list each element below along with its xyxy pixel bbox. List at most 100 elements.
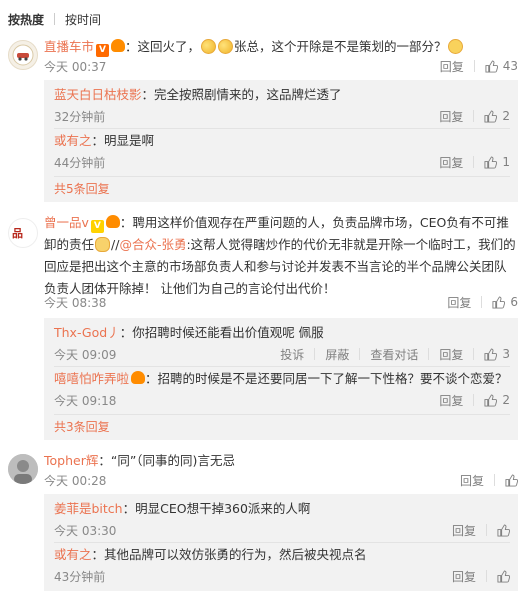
sweat-emoji-icon <box>218 39 234 54</box>
sub-comment-box: Thx-God丿：你招聘时候还能看出价值观呢 佩服 今天 09:09 投诉 屏蔽… <box>44 318 518 440</box>
verified-v-icon: V <box>90 220 104 233</box>
reply-button[interactable]: 回复 <box>452 568 476 585</box>
divider <box>54 542 510 543</box>
comment-author[interactable]: 直播车市 <box>44 39 94 54</box>
divider <box>359 348 361 360</box>
thumbs-up-icon <box>484 347 498 361</box>
fan-badge-icon <box>111 39 126 52</box>
like-count: 1 <box>502 155 510 169</box>
avatar[interactable]: 品 <box>8 218 38 248</box>
like-count: 2 <box>502 109 510 123</box>
pray-emoji-icon <box>95 237 111 252</box>
divider <box>54 414 510 415</box>
sub-comment-author[interactable]: 或有之 <box>54 547 92 562</box>
thumbs-up-icon <box>484 109 498 123</box>
reply-button[interactable]: 回复 <box>439 154 463 171</box>
view-conversation-button[interactable]: 查看对话 <box>370 346 418 363</box>
sub-comment-body: ：明显CEO想干掉360派来的人啊 <box>122 501 311 516</box>
like-count: 3 <box>502 347 510 361</box>
comment-body: ：这回火了， <box>125 39 201 54</box>
avatar[interactable] <box>8 40 38 70</box>
comment-time: 今天 00:37 <box>44 59 107 74</box>
sub-comment-author[interactable]: 嘻嘻怕咋弄啦 <box>54 371 129 386</box>
more-replies-link[interactable]: 共3条回复 <box>54 418 110 435</box>
sub-comment: 或有之：其他品牌可以效仿张勇的行为，然后被央视点名 43分钟前 回复 <box>54 544 510 584</box>
divider <box>473 110 475 122</box>
reply-button[interactable]: 回复 <box>440 58 464 75</box>
divider <box>473 348 475 360</box>
sort-divider <box>54 13 56 25</box>
sub-comment: Thx-God丿：你招聘时候还能看出价值观呢 佩服 今天 09:09 投诉 屏蔽… <box>54 322 510 362</box>
reply-button[interactable]: 回复 <box>447 294 471 311</box>
sub-comment: 嘻嘻怕咋弄啦 ：招聘的时候是不是还要同居一下了解一下性格？要不谈个恋爱？ 今天 0… <box>54 368 510 408</box>
sub-comment: 蓝天白日枯枝影：完全按照剧情来的，这品牌烂透了 32分钟前 回复 2 <box>54 84 510 124</box>
sub-comment-time: 今天 09:18 <box>54 393 117 408</box>
sub-comment-box: 姜菲是bitch：明显CEO想干掉360派来的人啊 今天 03:30 回复 或有… <box>44 494 518 591</box>
sub-comment-author[interactable]: 或有之 <box>54 133 92 148</box>
reply-button[interactable]: 回复 <box>452 522 476 539</box>
like-button[interactable]: 6 <box>492 295 518 309</box>
thumbs-up-icon <box>484 393 498 407</box>
sweat-emoji-icon <box>201 39 217 54</box>
svg-text:品: 品 <box>12 227 23 240</box>
sub-comment-body: ：完全按照剧情来的，这品牌烂透了 <box>141 87 342 102</box>
avatar[interactable] <box>8 454 38 484</box>
sub-comment-body: ：其他品牌可以效仿张勇的行为，然后被央视点名 <box>91 547 367 562</box>
divider <box>473 156 475 168</box>
comment-author[interactable]: Topher辉 <box>44 453 98 468</box>
like-count: 43 <box>502 59 518 73</box>
sort-by-hot[interactable]: 按热度 <box>8 11 44 28</box>
sub-comment-box: 蓝天白日枯枝影：完全按照剧情来的，这品牌烂透了 32分钟前 回复 2 或有之：明… <box>44 80 518 202</box>
divider <box>486 570 487 582</box>
thumbs-up-icon <box>497 523 510 537</box>
fan-badge-icon <box>131 371 146 384</box>
sort-bar: 按热度 按时间 <box>0 0 526 38</box>
reply-button[interactable]: 回复 <box>460 472 484 489</box>
sub-comment-author[interactable]: Thx-God丿 <box>54 325 120 340</box>
like-button[interactable]: 1 <box>484 155 510 169</box>
fan-badge-icon <box>105 215 120 228</box>
like-button[interactable] <box>497 523 510 537</box>
user-photo-icon <box>8 454 38 484</box>
reply-button[interactable]: 回复 <box>439 108 463 125</box>
like-button[interactable] <box>505 473 518 487</box>
comment-author[interactable]: 曾一品v <box>44 215 89 230</box>
report-button[interactable]: 投诉 <box>280 346 304 363</box>
sub-comment-time: 32分钟前 <box>54 109 106 124</box>
car-logo-icon <box>12 44 34 66</box>
sort-by-time[interactable]: 按时间 <box>65 11 101 28</box>
sub-comment: 或有之：明显是啊 44分钟前 回复 1 <box>54 130 510 170</box>
like-button[interactable] <box>497 569 510 583</box>
comment-3: Topher辉：“同”（同事的同)言无忌 <box>44 450 518 472</box>
comment-time: 今天 00:28 <box>44 473 107 488</box>
sub-comment-body: ：你招聘时候还能看出价值观呢 佩服 <box>119 325 324 340</box>
sub-comment-time: 今天 09:09 <box>54 347 117 362</box>
divider <box>54 128 510 129</box>
sub-comment-author[interactable]: 姜菲是bitch <box>54 501 123 516</box>
sub-comment-body: ：明显是啊 <box>91 133 155 148</box>
comment-text: Topher辉：“同”（同事的同)言无忌 <box>44 450 518 472</box>
comment-body: ：“同”（同事的同)言无忌 <box>98 453 235 468</box>
block-button[interactable]: 屏蔽 <box>325 346 349 363</box>
comment-text: 直播车市 V ：这回火了， 张总，这个开除是不是策划的一部分？ <box>44 36 518 58</box>
divider <box>473 60 475 72</box>
divider <box>473 394 475 406</box>
like-button[interactable]: 2 <box>484 393 510 407</box>
comment-body: 张总，这个开除是不是策划的一部分？ <box>234 39 447 54</box>
thumbs-up-icon <box>484 155 498 169</box>
sub-comment-time: 43分钟前 <box>54 569 106 584</box>
sub-comment-time: 今天 03:30 <box>54 523 117 538</box>
like-button[interactable]: 43 <box>485 59 518 73</box>
divider <box>314 348 316 360</box>
comment-1: 直播车市 V ：这回火了， 张总，这个开除是不是策划的一部分？ <box>44 36 518 58</box>
divider <box>481 296 483 308</box>
reply-button[interactable]: 回复 <box>439 392 463 409</box>
reply-button[interactable]: 回复 <box>439 346 463 363</box>
more-replies-link[interactable]: 共5条回复 <box>54 180 110 197</box>
sub-comment-author[interactable]: 蓝天白日枯枝影 <box>54 87 142 102</box>
mention-link[interactable]: @合众-张勇 <box>119 237 186 252</box>
like-button[interactable]: 2 <box>484 109 510 123</box>
divider <box>494 474 495 486</box>
divider <box>486 524 487 536</box>
like-button[interactable]: 3 <box>484 347 510 361</box>
